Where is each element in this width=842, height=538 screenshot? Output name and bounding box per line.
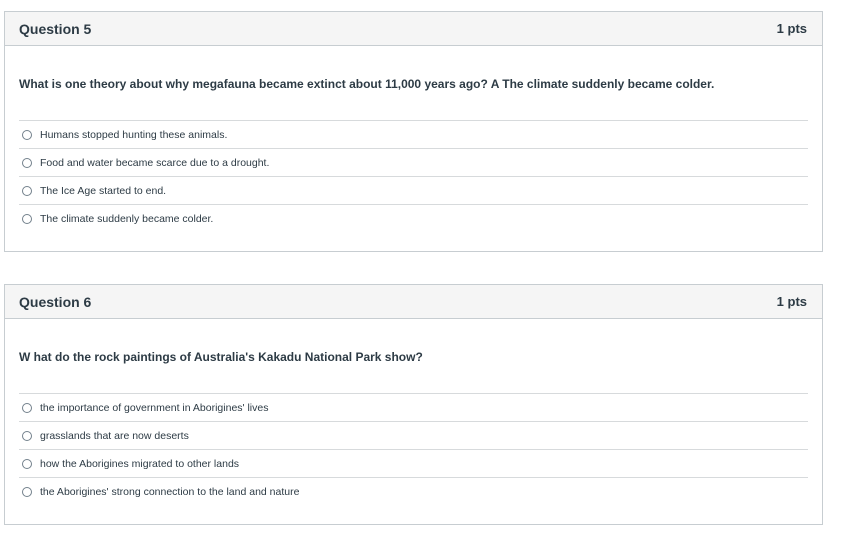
radio-button[interactable] [22, 185, 32, 196]
question-card-6: Question 6 1 pts W hat do the rock paint… [4, 284, 823, 525]
radio-button[interactable] [22, 458, 32, 469]
question-header: Question 5 1 pts [5, 12, 822, 46]
answer-option[interactable]: The climate suddenly became colder. [19, 204, 808, 232]
answer-list: the importance of government in Aborigin… [19, 393, 808, 505]
answer-label[interactable]: The Ice Age started to end. [40, 185, 166, 197]
answer-option[interactable]: Humans stopped hunting these animals. [19, 120, 808, 148]
answer-label[interactable]: how the Aborigines migrated to other lan… [40, 458, 239, 470]
radio-button[interactable] [22, 157, 32, 168]
answer-label[interactable]: Humans stopped hunting these animals. [40, 129, 227, 141]
question-card-5: Question 5 1 pts What is one theory abou… [4, 11, 823, 252]
answer-option[interactable]: how the Aborigines migrated to other lan… [19, 449, 808, 477]
answer-label[interactable]: Food and water became scarce due to a dr… [40, 157, 269, 169]
question-title: Question 5 [19, 20, 92, 37]
radio-button[interactable] [22, 430, 32, 441]
answer-option[interactable]: The Ice Age started to end. [19, 176, 808, 204]
answer-list: Humans stopped hunting these animals. Fo… [19, 120, 808, 232]
question-points: 1 pts [776, 21, 807, 36]
answer-label[interactable]: The climate suddenly became colder. [40, 213, 213, 225]
answer-option[interactable]: the Aborigines' strong connection to the… [19, 477, 808, 505]
answer-option[interactable]: Food and water became scarce due to a dr… [19, 148, 808, 176]
answer-option[interactable]: grasslands that are now deserts [19, 421, 808, 449]
question-header: Question 6 1 pts [5, 285, 822, 319]
question-text: W hat do the rock paintings of Australia… [19, 350, 423, 364]
question-text: What is one theory about why megafauna b… [19, 77, 715, 91]
answer-label[interactable]: the Aborigines' strong connection to the… [40, 486, 299, 498]
radio-button[interactable] [22, 486, 32, 497]
question-title: Question 6 [19, 293, 92, 310]
answer-label[interactable]: the importance of government in Aborigin… [40, 402, 268, 414]
radio-button[interactable] [22, 129, 32, 140]
question-points: 1 pts [776, 294, 807, 309]
answer-option[interactable]: the importance of government in Aborigin… [19, 393, 808, 421]
radio-button[interactable] [22, 402, 32, 413]
radio-button[interactable] [22, 213, 32, 224]
answer-label[interactable]: grasslands that are now deserts [40, 430, 189, 442]
